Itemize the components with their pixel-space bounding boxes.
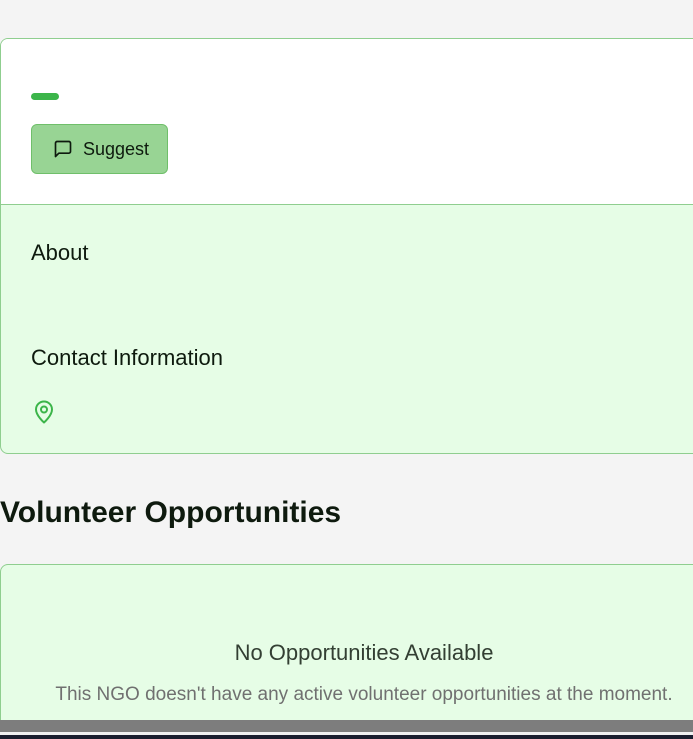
contact-information-heading: Contact Information (31, 345, 223, 370)
suggest-button-label: Suggest (83, 138, 150, 159)
map-pin-icon (32, 399, 56, 425)
profile-card-header: Suggest (1, 39, 693, 205)
bottom-edge (0, 735, 693, 739)
volunteer-opportunities-title: Volunteer Opportunities (0, 496, 342, 529)
message-square-icon (53, 139, 73, 159)
page: Suggest About Contact Information Volunt… (0, 0, 693, 739)
about-heading: About (31, 240, 89, 265)
ngo-profile-card: Suggest About Contact Information (0, 38, 693, 454)
accent-bar (31, 93, 59, 100)
empty-state-message: This NGO doesn't have any active volunte… (55, 684, 673, 705)
opportunities-empty-card: No Opportunities Available This NGO does… (0, 564, 693, 739)
empty-state-title: No Opportunities Available (234, 640, 494, 665)
horizontal-scrollbar[interactable] (0, 720, 693, 732)
suggest-button[interactable]: Suggest (31, 124, 168, 174)
profile-card-body: About Contact Information (1, 205, 693, 453)
